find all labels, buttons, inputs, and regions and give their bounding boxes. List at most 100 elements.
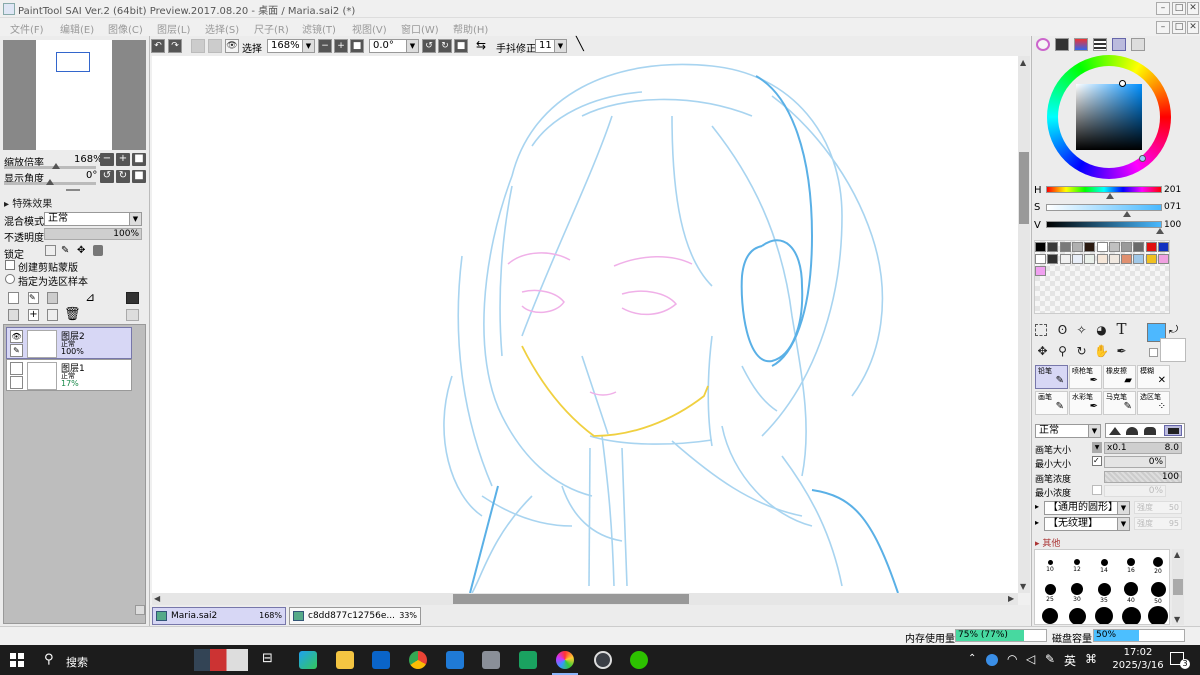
selection-source-radio[interactable]	[5, 274, 15, 284]
ime-mode-icon[interactable]: ⌘	[1085, 652, 1097, 666]
clip-mask-checkbox[interactable]	[5, 260, 15, 270]
min-density-bar[interactable]: 0%	[1104, 485, 1166, 497]
brush-size-preset[interactable]	[1153, 557, 1163, 567]
rotate-right-button[interactable]: ↻	[116, 170, 130, 183]
redo-button[interactable]: ↷	[168, 39, 182, 53]
layer-item[interactable]: 图层1 正常 17%	[6, 359, 132, 391]
search-icon[interactable]: ⚲	[44, 652, 54, 667]
menu-image[interactable]: 图像(C)	[108, 21, 143, 36]
transparent-color-icon[interactable]	[1149, 348, 1158, 357]
brush-size-preset[interactable]	[1068, 607, 1086, 624]
taskbar-search[interactable]: 搜索	[66, 654, 88, 670]
hsv-slider-tab-icon[interactable]	[1074, 38, 1088, 51]
menu-help[interactable]: 帮助(H)	[453, 21, 488, 36]
undo-button[interactable]: ↶	[151, 39, 165, 53]
zoom-slider[interactable]	[4, 166, 96, 169]
color-swatch[interactable]	[1035, 254, 1046, 264]
flip-horizontal-icon[interactable]: ⇆	[476, 38, 486, 52]
brush-shape-selector[interactable]	[1105, 423, 1185, 438]
document-tab[interactable]: c8dd877c12756e... 33%	[289, 607, 421, 625]
trash-icon[interactable]: 🗑	[64, 307, 81, 322]
green-app-icon[interactable]	[519, 651, 537, 669]
color-swatch[interactable]	[1084, 254, 1096, 264]
angle-select[interactable]: 0.0° ▼	[369, 39, 419, 53]
scroll-down-arrow[interactable]: ▼	[1174, 615, 1180, 624]
zoom-in-button[interactable]: +	[116, 153, 130, 166]
rotate-tool-icon[interactable]: ↻	[1074, 344, 1089, 359]
menu-window[interactable]: 窗口(W)	[401, 21, 439, 36]
doc-minimize-button[interactable]: –	[1156, 21, 1170, 34]
color-swatch[interactable]	[1133, 254, 1145, 264]
visibility-eye-icon[interactable]: 👁	[10, 330, 23, 343]
selection-visibility-eye-icon[interactable]: 👁	[225, 39, 239, 53]
document-tab[interactable]: Maria.sai2 168%	[152, 607, 286, 625]
zoom-select[interactable]: 168% ▼	[267, 39, 315, 53]
angle-slider-handle[interactable]	[46, 179, 54, 185]
navigator-preview[interactable]	[3, 40, 146, 150]
color-swatch[interactable]	[1121, 242, 1133, 252]
color-swatch[interactable]	[1059, 254, 1071, 264]
swatches-tab-icon[interactable]	[1112, 38, 1126, 51]
brush-mode-select[interactable]: 正常 ▼	[1035, 424, 1101, 438]
value-slider[interactable]	[1046, 221, 1162, 228]
merge-down-icon[interactable]	[8, 309, 19, 321]
maximize-button[interactable]: □	[1172, 2, 1186, 15]
scratchpad-tab-icon[interactable]	[1131, 38, 1145, 51]
presets-scrollbar[interactable]: ▲ ▼	[1172, 549, 1184, 625]
transfer-layer-icon[interactable]: ⊿	[85, 290, 95, 304]
toolbar-rotate-right-button[interactable]: ↻	[438, 39, 452, 53]
stabilizer-select[interactable]: 11 ▼	[535, 39, 567, 53]
brush-size-preset[interactable]	[1124, 582, 1138, 596]
color-swatch[interactable]	[1035, 242, 1046, 252]
file-explorer-icon[interactable]	[336, 651, 354, 669]
windows-start-icon[interactable]	[10, 653, 24, 667]
invert-selection-button[interactable]	[208, 39, 222, 53]
drawing-canvas[interactable]	[152, 56, 1018, 593]
saturation-slider[interactable]	[1046, 204, 1162, 211]
color-swatch[interactable]	[1059, 242, 1071, 252]
secondary-color-swatch[interactable]	[1160, 338, 1186, 362]
clock-time[interactable]: 17:02	[1113, 647, 1163, 658]
brush-size-bar[interactable]: x0.1 8.0	[1104, 442, 1182, 454]
lasso-tool-icon[interactable]: ʘ	[1055, 323, 1070, 338]
deselect-button[interactable]	[191, 39, 205, 53]
rotate-reset-button[interactable]: ■	[132, 170, 146, 183]
brush-size-preset[interactable]	[1097, 582, 1111, 596]
new-linework-layer-icon[interactable]: ✎	[28, 292, 39, 304]
brush-tool[interactable]: 马克笔 ✎	[1103, 391, 1136, 415]
layer-item[interactable]: 👁 ✎ 图层2 正常 100%	[6, 327, 132, 359]
scroll-up-arrow[interactable]: ▲	[1020, 58, 1026, 67]
saturation-slider-handle[interactable]	[1123, 211, 1131, 217]
straight-line-icon[interactable]: ╲	[576, 37, 584, 52]
color-swatch[interactable]	[1145, 254, 1157, 264]
zoom-reset-button[interactable]: ■	[132, 153, 146, 166]
zoom-tool-icon[interactable]: ⚲	[1055, 344, 1070, 359]
menu-layer[interactable]: 图层(L)	[157, 21, 190, 36]
wechat-icon[interactable]	[630, 651, 648, 669]
brush-size-preset[interactable]	[1100, 558, 1108, 566]
color-swatch[interactable]	[1047, 242, 1059, 252]
marquee-tool-icon[interactable]	[1035, 324, 1047, 336]
soft-edge-icon[interactable]	[1109, 427, 1121, 435]
horizontal-scrollbar[interactable]: ◀ ▶	[152, 593, 1018, 605]
layer-mask-icon[interactable]	[126, 292, 139, 304]
paint-tool-sai-icon[interactable]	[556, 651, 574, 669]
new-folder-icon[interactable]	[47, 292, 58, 304]
panel-splitter[interactable]	[66, 189, 80, 191]
brush-tool[interactable]: 选区笔 ⁘	[1137, 391, 1170, 415]
brush-tool[interactable]: 铅笔 ✎	[1035, 365, 1068, 389]
text-tool-icon[interactable]: T	[1114, 322, 1129, 337]
brush-size-preset[interactable]	[1121, 606, 1141, 624]
sv-cursor[interactable]	[1119, 80, 1126, 87]
zoom-slider-handle[interactable]	[52, 163, 60, 169]
pen-pressure-icon[interactable]	[10, 376, 23, 389]
opacity-bar[interactable]: 100%	[44, 228, 142, 240]
min-density-checkbox[interactable]	[1092, 485, 1102, 495]
menu-select[interactable]: 选择(S)	[205, 21, 239, 36]
eyedropper-tool-icon[interactable]: ✒	[1114, 344, 1129, 359]
brush-shape-select[interactable]: 【通用的圆形】 ▼	[1044, 501, 1130, 515]
color-swatch[interactable]	[1096, 242, 1108, 252]
blend-mode-select[interactable]: 正常 ▼	[44, 212, 142, 226]
visibility-eye-icon[interactable]	[10, 362, 23, 375]
texture-select[interactable]: 【无纹理】 ▼	[1044, 517, 1130, 531]
